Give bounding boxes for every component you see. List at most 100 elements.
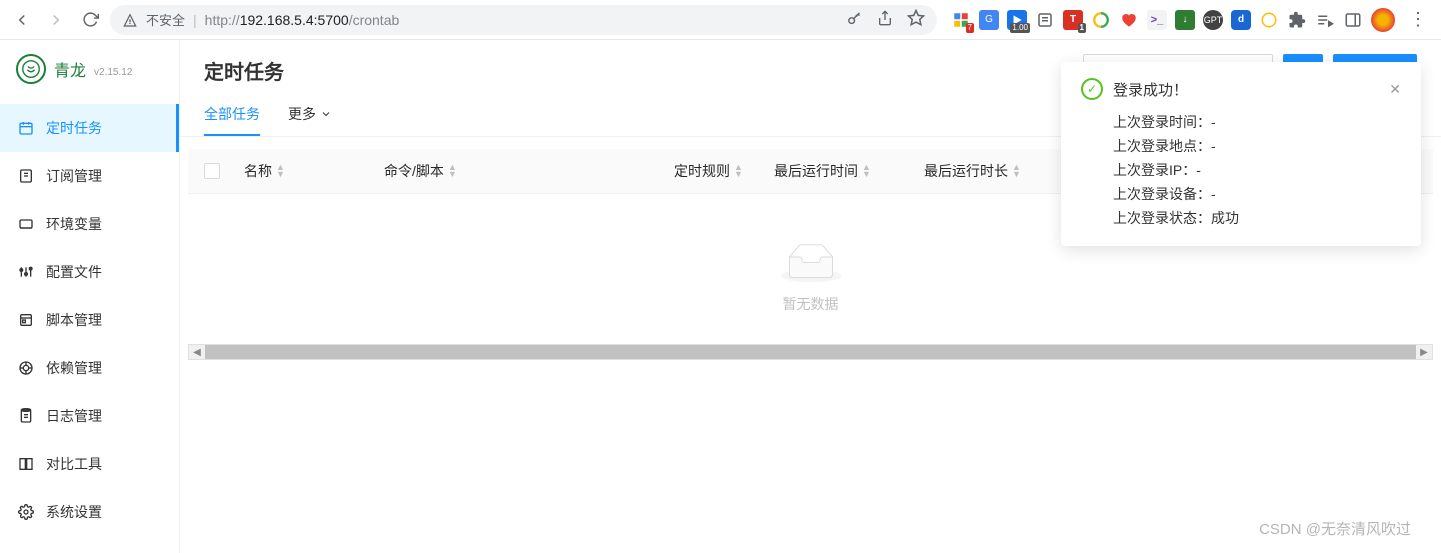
sidebar-item-subscription[interactable]: 订阅管理 [0,152,179,200]
script-icon [18,312,34,328]
schedule-icon [18,120,34,136]
watermark: CSDN @无奈清风吹过 [1259,518,1411,539]
sidebar-item-label: 日志管理 [46,406,102,426]
extension-icon[interactable] [1091,10,1111,30]
notification-title: 登录成功！ [1113,79,1188,100]
notif-label: 上次登录时间： [1113,110,1211,134]
log-icon [18,408,34,424]
subscription-icon [18,168,34,184]
tab-more[interactable]: 更多 [288,96,332,136]
sidebar-menu: 定时任务 订阅管理 环境变量 配置文件 脚本管理 依赖管理 日志管理 对比工具 … [0,98,179,536]
login-notification: ✓ 登录成功！ ✕ 上次登录时间：- 上次登录地点：- 上次登录IP：- 上次登… [1061,62,1421,246]
sort-icon: ▲▼ [734,164,743,178]
diff-icon [18,456,34,472]
bookmark-star-icon[interactable] [907,9,925,30]
extensions-puzzle-icon[interactable] [1287,10,1307,30]
scroll-left-icon[interactable]: ◀ [189,347,205,358]
reload-button[interactable] [76,6,104,34]
success-icon: ✓ [1081,78,1103,100]
app-version: v2.15.12 [94,67,132,78]
scroll-thumb[interactable] [205,345,1416,359]
sidebar-item-label: 配置文件 [46,262,102,282]
empty-icon [781,244,841,284]
share-icon[interactable] [877,10,893,29]
notif-label: 上次登录地点： [1113,134,1211,158]
sidebar-item-config[interactable]: 配置文件 [0,248,179,296]
page-title: 定时任务 [204,56,284,85]
chevron-down-icon [320,108,332,120]
col-header-rule[interactable]: 定时规则▲▼ [674,161,774,181]
extension-icon[interactable]: ↓ [1175,10,1195,30]
playlist-icon[interactable] [1315,10,1335,30]
sort-icon: ▲▼ [1012,164,1021,178]
extension-icon[interactable]: T1 [1063,10,1083,30]
forward-button[interactable] [42,6,70,34]
insecure-icon [122,12,138,28]
extension-icon[interactable] [1119,10,1139,30]
security-label: 不安全 [146,10,185,29]
notification-body: 上次登录时间：- 上次登录地点：- 上次登录IP：- 上次登录设备：- 上次登录… [1081,110,1401,230]
separator: | [193,12,197,28]
notif-value: - [1211,182,1216,206]
deps-icon [18,360,34,376]
empty-text: 暂无数据 [783,294,839,314]
sidebar-item-label: 系统设置 [46,502,102,522]
notif-value: - [1211,110,1216,134]
sidebar-item-label: 环境变量 [46,214,102,234]
sidebar-item-logs[interactable]: 日志管理 [0,392,179,440]
notif-label: 上次登录IP： [1113,158,1196,182]
col-header-command[interactable]: 命令/脚本▲▼ [384,161,674,181]
sidebar-item-label: 对比工具 [46,454,102,474]
sidebar-item-env[interactable]: 环境变量 [0,200,179,248]
col-header-last-run[interactable]: 最后运行时间▲▼ [774,161,924,181]
sidebar-item-crontab[interactable]: 定时任务 [0,104,179,152]
horizontal-scrollbar[interactable]: ◀ ▶ [188,344,1433,360]
extension-icon[interactable]: d [1231,10,1251,30]
col-header-name[interactable]: 名称▲▼ [244,161,384,181]
env-icon [18,216,34,232]
close-icon[interactable]: ✕ [1389,81,1401,98]
extension-icon[interactable] [1259,10,1279,30]
sidebar-item-deps[interactable]: 依赖管理 [0,344,179,392]
sort-icon: ▲▼ [862,164,871,178]
app-name: 青龙 [54,57,86,81]
col-header-duration[interactable]: 最后运行时长▲▼ [924,161,1024,181]
sidebar-item-scripts[interactable]: 脚本管理 [0,296,179,344]
url-text: http://192.168.5.4:5700/crontab [205,12,400,28]
sidebar-item-label: 订阅管理 [46,166,102,186]
extension-icon[interactable]: >_ [1147,10,1167,30]
logo-icon [16,54,46,84]
sidebar: 青龙 v2.15.12 定时任务 订阅管理 环境变量 配置文件 脚本管理 依赖管… [0,40,180,553]
extension-icon[interactable]: GPT [1203,10,1223,30]
extension-icon[interactable]: 7 [951,10,971,30]
scroll-right-icon[interactable]: ▶ [1416,347,1432,358]
config-icon [18,264,34,280]
extension-icon[interactable] [1035,10,1055,30]
extensions-bar: 7 G 1.00 T1 >_ ↓ GPT d ⋮ [943,8,1433,32]
extension-icon[interactable]: G [979,10,999,30]
notif-value: - [1211,134,1216,158]
tab-all-tasks[interactable]: 全部任务 [204,96,260,136]
logo[interactable]: 青龙 v2.15.12 [0,40,179,98]
sort-icon: ▲▼ [276,164,285,178]
sidebar-item-label: 定时任务 [46,118,102,138]
extension-icon[interactable]: 1.00 [1007,10,1027,30]
notif-value: 成功 [1211,206,1239,230]
sidebar-item-label: 脚本管理 [46,310,102,330]
sort-icon: ▲▼ [448,164,457,178]
gear-icon [18,504,34,520]
sidebar-item-diff[interactable]: 对比工具 [0,440,179,488]
sidebar-item-label: 依赖管理 [46,358,102,378]
address-bar[interactable]: 不安全 | http://192.168.5.4:5700/crontab [110,5,937,35]
back-button[interactable] [8,6,36,34]
kebab-menu-icon[interactable]: ⋮ [1403,9,1433,30]
profile-avatar[interactable] [1371,8,1395,32]
key-icon[interactable] [846,10,863,30]
notif-label: 上次登录设备： [1113,182,1211,206]
sidebar-item-settings[interactable]: 系统设置 [0,488,179,536]
side-panel-icon[interactable] [1343,10,1363,30]
select-all-checkbox[interactable] [204,163,220,179]
notif-label: 上次登录状态： [1113,206,1211,230]
browser-toolbar: 不安全 | http://192.168.5.4:5700/crontab 7 … [0,0,1441,40]
notif-value: - [1196,158,1201,182]
